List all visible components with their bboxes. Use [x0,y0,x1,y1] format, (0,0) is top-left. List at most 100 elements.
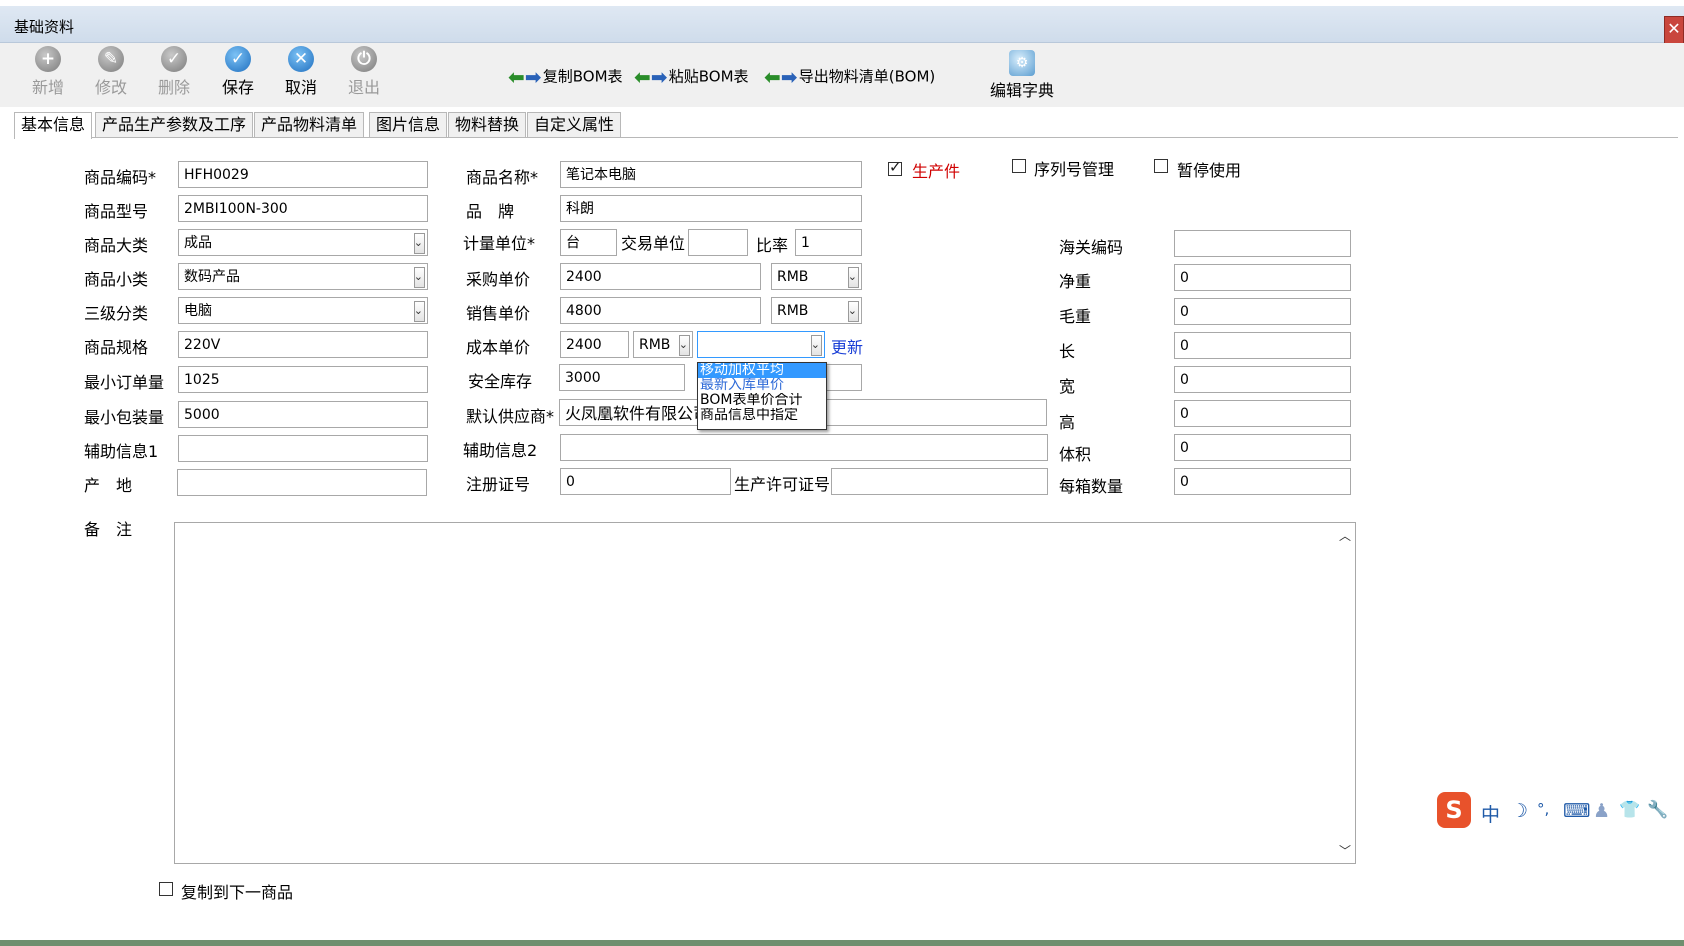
category-select[interactable]: 成品 ⌄ [178,229,428,256]
delete-button[interactable]: ✓ 删除 [148,46,200,98]
check-icon: ✓ [225,46,251,72]
subcategory-value: 数码产品 [184,269,240,285]
export-bom-button[interactable]: ⬅➡ 导出物料清单(BOM) [764,65,935,89]
customs-field[interactable] [1174,230,1351,257]
tab-material-replace[interactable]: 物料替换 [448,112,527,137]
cost-method-select[interactable]: ⌄ [697,331,825,358]
exit-icon: ⏻ [351,46,377,72]
paste-bom-button[interactable]: ⬅➡ 粘贴BOM表 [634,65,749,89]
aux2-label: 辅助信息2 [463,441,538,460]
subcategory-label: 商品小类 [84,270,149,289]
dropdown-option[interactable]: BOM表单价合计 [698,393,826,408]
license-field[interactable] [831,468,1048,495]
height-field[interactable]: 0 [1174,400,1351,427]
scroll-down-icon[interactable]: ﹀ [1339,842,1351,859]
category-label: 商品大类 [84,236,149,255]
model-field[interactable]: 2MBI100N-300 [178,195,428,222]
origin-field[interactable] [177,469,427,496]
save-button[interactable]: ✓ 保存 [212,46,264,98]
remark-scrollbar[interactable]: ︿ ﹀ [1337,523,1355,863]
update-link[interactable]: 更新 [831,334,863,358]
sale-price-label: 销售单价 [466,304,531,323]
sogou-logo-icon[interactable]: S [1437,792,1471,828]
trade-unit-field[interactable] [688,229,748,256]
gross-weight-field[interactable]: 0 [1174,298,1351,325]
brand-field[interactable]: 科朗 [560,195,862,222]
scroll-up-icon[interactable]: ︿ [1339,527,1351,544]
cost-price-field[interactable]: 2400 [560,331,629,358]
reg-no-field[interactable]: 0 [560,468,731,495]
close-button[interactable]: ✕ [1664,16,1684,44]
min-order-field[interactable]: 1025 [178,366,428,393]
name-label: 商品名称* [466,168,539,187]
dropdown-option[interactable]: 移动加权平均 [698,363,826,378]
cost-currency-value: RMB [639,337,671,353]
dropdown-option[interactable]: 商品信息中指定 [698,408,826,423]
keyboard-icon[interactable]: ⌨ [1563,800,1590,822]
chevron-down-icon: ⌄ [678,338,688,351]
new-button[interactable]: + 新增 [22,46,74,98]
dropdown-option[interactable]: 最新入库单价 [698,378,826,393]
delete-label: 删除 [157,78,190,97]
export-bom-label: 导出物料清单(BOM) [798,67,936,86]
ratio-label: 比率 [756,236,789,255]
sale-currency-select[interactable]: RMB ⌄ [771,297,862,324]
remark-textarea[interactable]: ︿ ﹀ [174,522,1356,864]
cancel-button[interactable]: ✕ 取消 [275,46,327,98]
copy-bom-button[interactable]: ⬅➡ 复制BOM表 [508,65,623,89]
shirt-icon[interactable]: 👕 [1619,800,1640,820]
aux1-field[interactable] [178,435,428,462]
license-label: 生产许可证号 [734,475,831,494]
toolbar: + 新增 ✎ 修改 ✓ 删除 ✓ 保存 ✕ 取消 ⏻ 退出 ⬅➡ 复制BOM表 … [0,43,1684,107]
spec-label: 商品规格 [84,338,149,357]
volume-label: 体积 [1059,445,1092,464]
sale-price-field[interactable]: 4800 [560,297,761,324]
edit-dictionary-button[interactable]: ⚙ 编辑字典 [990,50,1054,101]
min-pack-field[interactable]: 5000 [178,401,428,428]
wrench-icon[interactable]: 🔧 [1647,800,1668,820]
copy-next-checkbox[interactable] [159,882,173,896]
spec-field[interactable]: 220V [178,331,428,358]
width-field[interactable]: 0 [1174,366,1351,393]
production-part-checkbox[interactable] [888,158,902,176]
volume-field[interactable]: 0 [1174,434,1351,461]
length-field[interactable]: 0 [1174,332,1351,359]
purchase-currency-select[interactable]: RMB ⌄ [771,263,862,290]
code-field[interactable]: HFH0029 [178,161,428,188]
reg-no-label: 注册证号 [466,475,531,494]
serial-label: 序列号管理 [1034,160,1115,179]
dictionary-icon: ⚙ [1009,50,1035,76]
level3-select[interactable]: 电脑 ⌄ [178,297,428,324]
tab-custom-attrs[interactable]: 自定义属性 [527,112,622,137]
purchase-price-field[interactable]: 2400 [560,263,761,290]
ratio-field[interactable]: 1 [795,229,862,256]
ime-mode-icon[interactable]: 中 [1481,800,1500,827]
pause-checkbox[interactable] [1154,159,1168,173]
moon-icon[interactable]: ☽ [1511,800,1528,822]
tab-production-params[interactable]: 产品生产参数及工序 [95,112,254,137]
delete-icon: ✓ [161,46,187,72]
name-field[interactable]: 笔记本电脑 [560,161,862,188]
unit-field[interactable]: 台 [560,229,617,256]
aux1-label: 辅助信息1 [84,442,159,461]
user-icon[interactable]: ♟ [1593,800,1610,822]
subcategory-select[interactable]: 数码产品 ⌄ [178,263,428,290]
edit-button[interactable]: ✎ 修改 [85,46,137,98]
chevron-down-icon: ⌄ [413,236,423,249]
punctuation-icon[interactable]: °, [1537,800,1549,818]
tab-basic-info[interactable]: 基本信息 [14,112,93,139]
aux2-field[interactable] [560,434,1048,461]
net-weight-field[interactable]: 0 [1174,264,1351,291]
exit-button[interactable]: ⏻ 退出 [338,46,390,98]
tab-images[interactable]: 图片信息 [369,112,448,137]
serial-checkbox[interactable] [1012,159,1026,173]
safety-stock-field[interactable]: 3000 [559,364,685,391]
safety-stock-label: 安全库存 [468,372,533,391]
cancel-icon: ✕ [288,46,314,72]
tab-bom[interactable]: 产品物料清单 [254,112,365,137]
per-box-label: 每箱数量 [1059,477,1124,496]
min-order-label: 最小订单量 [84,373,165,392]
remark-label: 备 注 [84,520,133,539]
cost-currency-select[interactable]: RMB ⌄ [633,331,693,358]
per-box-field[interactable]: 0 [1174,468,1351,495]
